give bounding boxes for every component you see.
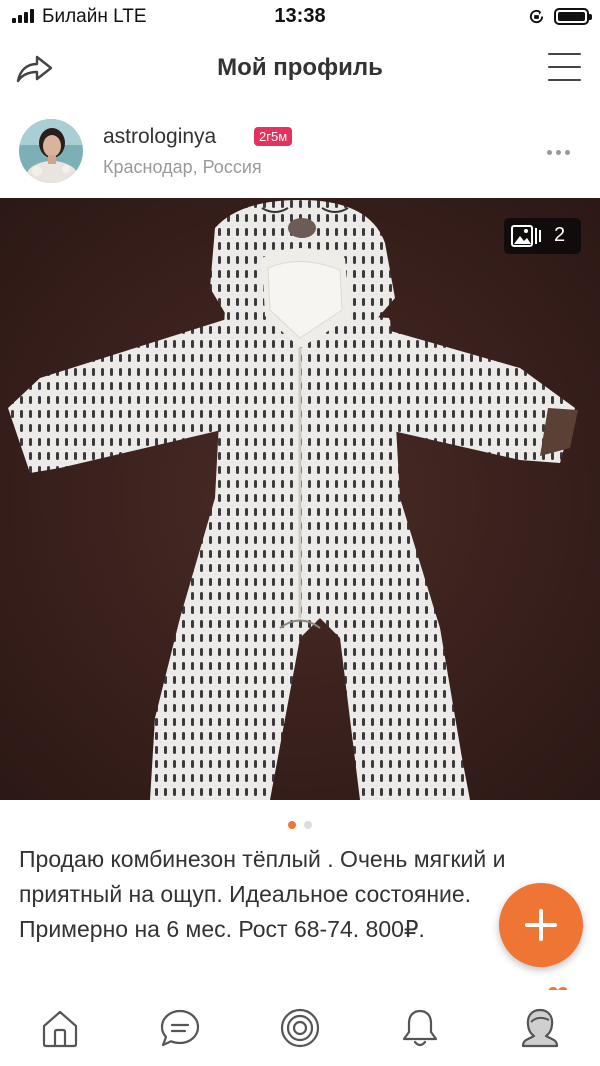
profile-icon[interactable] [518,1006,562,1050]
orientation-lock-icon [529,9,544,24]
membership-badge: 2г5м [254,127,293,146]
add-listing-button[interactable] [499,883,583,967]
gallery-icon [511,225,541,247]
chat-icon[interactable] [158,1006,202,1050]
carousel-dot-active[interactable] [288,821,296,829]
carousel-indicator [0,821,600,829]
home-icon[interactable] [38,1006,82,1050]
share-icon[interactable] [14,50,56,88]
tab-bar [0,990,600,1066]
status-bar: Билайн LTE 13:38 [0,0,600,36]
status-time: 13:38 [274,5,326,27]
user-location: Краснодар, Россия [103,157,262,177]
avatar[interactable] [19,119,83,183]
bell-icon[interactable] [398,1006,442,1050]
app-header: Мой профиль [0,36,600,102]
hamburger-menu-icon[interactable] [546,50,584,86]
carousel-dot[interactable] [304,821,312,829]
username[interactable]: astrologinya [103,125,216,149]
post-description: Продаю комбинезон тёплый . Очень мягкий … [19,846,506,942]
photo-count: 2 [554,224,566,246]
target-icon[interactable] [278,1006,322,1050]
listing-photo[interactable] [0,198,600,800]
photo-count-badge[interactable]: 2 [504,218,581,254]
more-dots-icon[interactable] [538,140,578,164]
battery-icon [554,8,592,25]
profile-row[interactable]: astrologinya 2г5м Краснодар, Россия [0,102,600,198]
page-title: Мой профиль [217,54,383,81]
